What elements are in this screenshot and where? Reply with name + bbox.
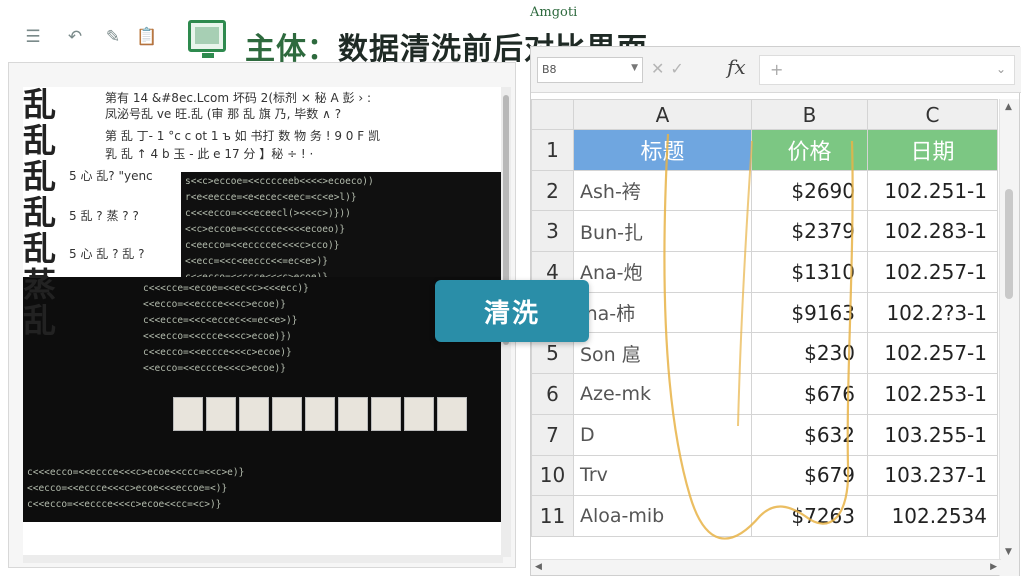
scroll-up-icon[interactable]: ▲ (1005, 102, 1012, 112)
cell-date[interactable]: 102.283-1 (867, 210, 998, 253)
cancel-confirm-icons[interactable]: ✕✓ (651, 59, 690, 78)
formula-input[interactable]: + ⌄ (759, 55, 1015, 85)
cell-title[interactable]: Ana-炮 (573, 251, 752, 293)
cell-price[interactable]: $2379 (751, 210, 868, 253)
list-icon[interactable]: ☰ (22, 26, 44, 48)
function-icon[interactable]: fx (727, 55, 746, 79)
cell-price[interactable]: $7263 (751, 495, 868, 537)
garbled-char: 乱 (23, 229, 56, 268)
scroll-left-icon[interactable]: ◀ (535, 562, 542, 572)
header-cell-date[interactable]: 日期 (867, 129, 998, 171)
data-grid: A B C 1 标题 价格 日期 2 Ash-袴 $2690 102.251-1… (531, 99, 998, 537)
row-header[interactable]: 2 (531, 169, 574, 212)
table-row: 5 Son 扈 $230 102.257-1 (531, 332, 998, 375)
table-row: 11 Aloa-mib $7263 102.2534 (531, 495, 998, 537)
cell-price[interactable]: $676 (751, 373, 868, 415)
undo-icon[interactable]: ↶ (64, 26, 86, 48)
cell-title[interactable]: Trv (573, 454, 752, 497)
scroll-right-icon[interactable]: ▶ (990, 562, 997, 572)
garbled-char: 蒸 (23, 265, 56, 304)
cell-title[interactable]: Aloa-mib (573, 495, 752, 537)
garbled-characters: 乱 乱 乱 乱 乱 蒸 乱 (23, 87, 71, 339)
brand-name: Amgoti (530, 5, 578, 20)
clean-button[interactable]: 清洗 (435, 280, 589, 342)
header-cell-price[interactable]: 价格 (751, 129, 868, 171)
brush-icon[interactable]: ✎ (102, 26, 124, 48)
table-row: 5 Ina-柿 $9163 102.2?3-1 (531, 291, 998, 334)
cell-price[interactable]: $632 (751, 413, 868, 456)
table-row: 10 Trv $679 103.237-1 (531, 454, 998, 497)
cell-price[interactable]: $1310 (751, 251, 868, 293)
sheet-vertical-scrollbar[interactable]: ▲ ▼ (999, 99, 1019, 576)
chevron-down-icon: ▼ (631, 63, 638, 73)
garbled-line: 第 乱 丁- 1 °c c ot 1 ъ 如 书打 数 物 务 ! 9 0 F … (105, 129, 380, 143)
garbled-line: 5 心 乱? "yenc (69, 169, 153, 183)
cell-title[interactable]: Bun-扎 (573, 210, 752, 253)
plus-icon[interactable]: + (770, 60, 783, 79)
cell-title[interactable]: Ash-袴 (573, 169, 752, 212)
monitor-sheet-icon (188, 20, 226, 58)
garbled-line: 5 乱 ? 蒸 ? ? (69, 209, 139, 223)
raw-data-view: s<<c>eccoe=<<cccceeb<<<<>ecoeco)) r<e<ee… (23, 87, 503, 557)
table-row: 2 Ash-袴 $2690 102.251-1 (531, 169, 998, 212)
garbled-char: 乱 (23, 301, 56, 340)
cell-title[interactable]: D (573, 413, 752, 456)
garbled-line: 乳 乱 ↑ 4 b 玉 - 此 e 17 分 】秘 ÷ ! · (105, 147, 314, 161)
cell-title[interactable]: Ina-柿 (573, 291, 752, 334)
cell-date[interactable]: 102.257-1 (867, 251, 998, 293)
cell-date[interactable]: 102.251-1 (867, 169, 998, 212)
scroll-down-icon[interactable]: ▼ (1005, 547, 1012, 557)
cell-date[interactable]: 103.237-1 (867, 454, 998, 497)
scroll-thumb[interactable] (1005, 189, 1013, 299)
header-cell-title[interactable]: 标题 (573, 129, 752, 171)
cell-title[interactable]: Aze-mk (573, 373, 752, 415)
formula-bar: B8 ▼ ✕✓ fx + ⌄ (531, 47, 1021, 93)
chevron-down-icon[interactable]: ⌄ (996, 62, 1006, 76)
raw-horizontal-scrollbar[interactable] (23, 555, 503, 563)
garbled-line: 凤泌号乱 ve 旺.乱 (审 那 乱 旗 乃, 毕数 ∧ ? (105, 107, 342, 121)
code-dump-lower: c<<<cce=<ecoe=<<ec<c><<<ecc)} <<ecco=<<e… (23, 277, 503, 522)
cell-date[interactable]: 103.255-1 (867, 413, 998, 456)
thumbnail-strip (173, 397, 467, 431)
column-header-a[interactable]: A (573, 99, 752, 130)
column-header-c[interactable]: C (867, 99, 998, 130)
cell-date[interactable]: 102.2534 (867, 495, 998, 537)
row-header[interactable]: 1 (531, 129, 574, 171)
garbled-char: 乱 乱 (23, 87, 56, 160)
name-box[interactable]: B8 ▼ (537, 57, 643, 83)
cell-date[interactable]: 102.257-1 (867, 332, 998, 375)
row-header[interactable]: 3 (531, 210, 574, 253)
sheet-horizontal-scrollbar[interactable]: ◀ ▶ (531, 559, 1001, 575)
select-all-corner[interactable] (531, 99, 574, 130)
cell-date[interactable]: 102.2?3-1 (867, 291, 998, 334)
row-header[interactable]: 10 (531, 454, 574, 497)
garbled-line: 第有 14 &#8ec.Lcom 坏码 2(标剂 × 秘 A 彭 › : (105, 91, 371, 105)
table-row: 3 Bun-扎 $2379 102.283-1 (531, 210, 998, 253)
garbled-char: 乱 乱 (23, 157, 56, 232)
column-header-b[interactable]: B (751, 99, 868, 130)
cell-title[interactable]: Son 扈 (573, 332, 752, 375)
cell-price[interactable]: $9163 (751, 291, 868, 334)
cell-price[interactable]: $679 (751, 454, 868, 497)
clipboard-icon[interactable]: 📋 (136, 26, 158, 48)
garbled-line: 5 心 乱 ? 乱 ? (69, 247, 145, 261)
cell-date[interactable]: 102.253-1 (867, 373, 998, 415)
code-dump-upper: s<<c>eccoe=<<cccceeb<<<<>ecoeco)) r<e<ee… (181, 172, 503, 292)
row-header[interactable]: 11 (531, 495, 574, 537)
row-header[interactable]: 6 (531, 373, 574, 415)
row-header[interactable]: 7 (531, 413, 574, 456)
table-row: 4 Ana-炮 $1310 102.257-1 (531, 251, 998, 293)
cell-price[interactable]: $2690 (751, 169, 868, 212)
name-box-value: B8 (542, 63, 557, 76)
table-row: 7 D $632 103.255-1 (531, 413, 998, 456)
cell-price[interactable]: $230 (751, 332, 868, 375)
table-row: 6 Aze-mk $676 102.253-1 (531, 373, 998, 415)
clean-spreadsheet: B8 ▼ ✕✓ fx + ⌄ A B C 1 标题 价格 日期 2 Ash-袴 $2… (530, 46, 1021, 576)
